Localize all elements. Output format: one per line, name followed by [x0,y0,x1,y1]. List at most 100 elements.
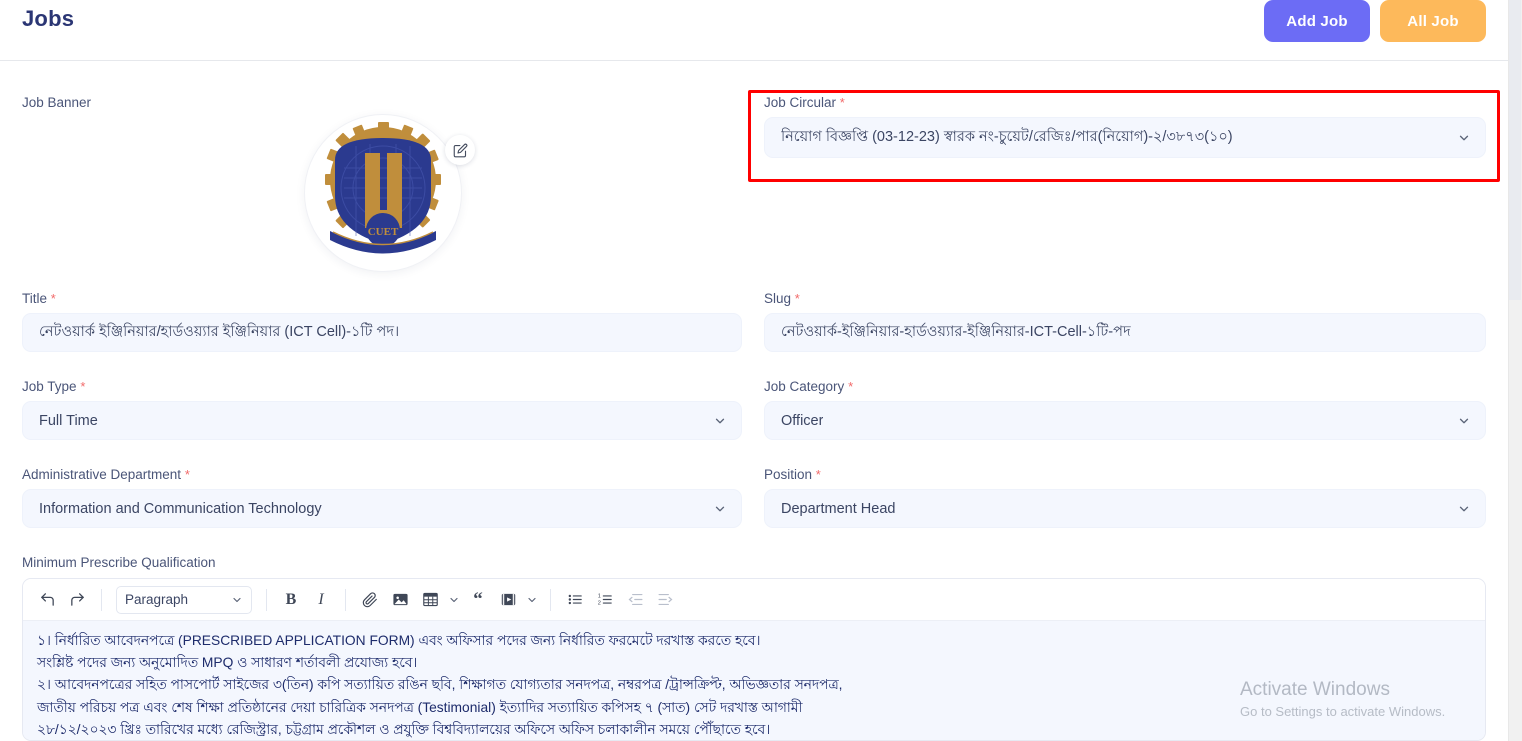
editor-toolbar: Paragraph B I [23,579,1485,621]
image-button[interactable] [386,586,414,614]
numbered-list-icon: 1 2 [597,591,614,608]
administrative-department-group: Administrative Department * Information … [22,467,742,528]
slug-value: নেটওয়ার্ক-ইঞ্জিনিয়ার-হার্ডওয়্যার-ইঞ্জ… [781,321,1131,345]
position-label-text: Position [764,467,812,482]
qualification-label: Minimum Prescribe Qualification [22,555,216,570]
bold-button[interactable]: B [277,586,305,614]
qualification-line: ১। নির্ধারিত আবেদনপত্রে (PRESCRIBED APPL… [37,630,1471,652]
position-value: Department Head [781,501,895,517]
chevron-down-icon [1457,502,1471,516]
job-type-select[interactable]: Full Time [22,401,742,440]
chevron-down-icon [713,502,727,516]
italic-button[interactable]: I [307,586,335,614]
job-circular-value: নিয়োগ বিজ্ঞপ্তি (03-12-23) স্বারক নং-চু… [781,126,1233,150]
table-icon [422,591,439,608]
svg-text:CUET: CUET [368,226,399,238]
job-type-label: Job Type * [22,379,742,394]
title-label: Title * [22,291,742,306]
job-category-value: Officer [781,413,823,429]
edit-pencil-icon [453,143,468,158]
table-button[interactable] [416,586,444,614]
administrative-department-required-mark: * [185,467,190,482]
title-label-text: Title [22,291,47,306]
job-category-group: Job Category * Officer [764,379,1486,440]
job-circular-required-mark: * [840,95,845,110]
qualification-content[interactable]: ১। নির্ধারিত আবেদনপত্রে (PRESCRIBED APPL… [23,621,1485,741]
media-options-button[interactable] [524,586,540,614]
chevron-down-icon [1457,131,1471,145]
chevron-down-icon [526,594,538,606]
chevron-down-icon [231,594,243,606]
all-job-button[interactable]: All Job [1380,0,1486,42]
slug-label: Slug * [764,291,1486,306]
media-icon [500,591,517,608]
table-options-button[interactable] [446,586,462,614]
administrative-department-label-text: Administrative Department [22,467,181,482]
job-circular-label-text: Job Circular [764,95,836,110]
position-required-mark: * [816,467,821,482]
redo-icon [69,591,86,608]
slug-required-mark: * [795,291,800,306]
job-type-label-text: Job Type [22,379,77,394]
job-category-label-text: Job Category [764,379,844,394]
job-type-group: Job Type * Full Time [22,379,742,440]
undo-button[interactable] [33,586,61,614]
redo-button[interactable] [63,586,91,614]
link-button[interactable] [356,586,384,614]
chevron-down-icon [713,414,727,428]
job-category-required-mark: * [848,379,853,394]
svg-text:1: 1 [597,593,600,599]
chevron-down-icon [1457,414,1471,428]
job-type-required-mark: * [80,379,85,394]
slug-group: Slug * নেটওয়ার্ক-ইঞ্জিনিয়ার-হার্ডওয়্য… [764,291,1486,352]
image-icon [392,591,409,608]
toolbar-divider [101,589,102,611]
indent-icon [657,591,674,608]
qualification-line: ২৮/১২/২০২৩ খ্রিঃ তারিখের মধ্যে রেজিস্ট্র… [37,719,1471,741]
outdent-icon [627,591,644,608]
blockquote-button[interactable]: “ [464,586,492,614]
edit-banner-button[interactable] [445,135,475,165]
job-category-label: Job Category * [764,379,1486,394]
title-required-mark: * [51,291,56,306]
position-select[interactable]: Department Head [764,489,1486,528]
job-circular-label: Job Circular * [764,95,1486,110]
outdent-button[interactable] [621,586,649,614]
administrative-department-select[interactable]: Information and Communication Technology [22,489,742,528]
title-value: নেটওয়ার্ক ইঞ্জিনিয়ার/হার্ডওয়্যার ইঞ্জ… [39,321,399,345]
page-scrollbar[interactable] [1508,0,1522,741]
position-group: Position * Department Head [764,467,1486,528]
bullet-list-icon [567,591,584,608]
qualification-line: জাতীয় পরিচয় পত্র এবং শেষ শিক্ষা প্রতিষ… [37,697,1471,719]
qualification-editor[interactable]: Paragraph B I [22,578,1486,741]
bullet-list-button[interactable] [561,586,589,614]
slug-input[interactable]: নেটওয়ার্ক-ইঞ্জিনিয়ার-হার্ডওয়্যার-ইঞ্জ… [764,313,1486,352]
job-banner-label: Job Banner [22,95,91,110]
link-icon [362,592,378,608]
chevron-down-icon [448,594,460,606]
job-category-select[interactable]: Officer [764,401,1486,440]
undo-icon [39,591,56,608]
title-input[interactable]: নেটওয়ার্ক ইঞ্জিনিয়ার/হার্ডওয়্যার ইঞ্জ… [22,313,742,352]
block-format-value: Paragraph [125,592,188,607]
qualification-line: সংশ্লিষ্ট পদের জন্য অনুমোদিত MPQ ও সাধার… [37,652,1471,674]
toolbar-divider [345,589,346,611]
svg-text:2: 2 [597,600,600,606]
title-group: Title * নেটওয়ার্ক ইঞ্জিনিয়ার/হার্ডওয়্… [22,291,742,352]
qualification-line: ২। আবেদনপত্রের সহিত পাসপোর্ট সাইজের ৩(তি… [37,674,1471,696]
job-circular-group: Job Circular * নিয়োগ বিজ্ঞপ্তি (03-12-2… [764,95,1486,158]
header-actions: Add Job All Job [1264,0,1486,42]
add-job-button[interactable]: Add Job [1264,0,1370,42]
media-button[interactable] [494,586,522,614]
slug-label-text: Slug [764,291,791,306]
job-circular-select[interactable]: নিয়োগ বিজ্ঞপ্তি (03-12-23) স্বারক নং-চু… [764,117,1486,158]
numbered-list-button[interactable]: 1 2 [591,586,619,614]
job-banner-image: CUET [305,115,461,271]
block-format-select[interactable]: Paragraph [116,586,252,614]
administrative-department-value: Information and Communication Technology [39,501,322,517]
job-type-value: Full Time [39,413,98,429]
job-banner-uploader[interactable]: CUET [305,115,461,271]
page-scrollbar-thumb[interactable] [1509,0,1521,300]
indent-button[interactable] [651,586,679,614]
toolbar-divider [550,589,551,611]
